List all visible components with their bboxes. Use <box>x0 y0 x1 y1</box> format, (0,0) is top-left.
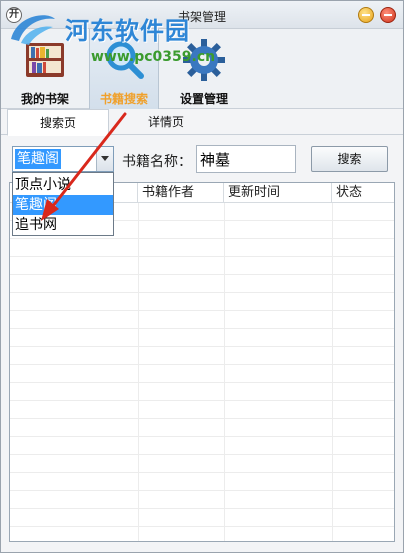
column-divider <box>138 203 139 541</box>
main-toolbar: 我的书架 书籍搜索 设置管理 <box>1 29 403 109</box>
source-select[interactable]: 笔趣阁 <box>12 146 114 172</box>
chevron-down-icon <box>101 156 109 161</box>
source-select-value: 笔趣阁 <box>15 149 61 169</box>
dropdown-button[interactable] <box>96 147 113 171</box>
minimize-button[interactable] <box>358 7 374 23</box>
tab-label: 书籍搜索 <box>99 92 148 106</box>
table-body <box>10 203 394 541</box>
title-bar: 开 书架管理 <box>1 1 403 29</box>
column-divider <box>332 203 333 541</box>
close-icon <box>384 14 392 16</box>
watermark-url: www.pc0359.cn <box>91 49 216 65</box>
dropdown-option[interactable]: 顶点小说 <box>13 175 113 195</box>
subtab-search-page[interactable]: 搜索页 <box>7 109 109 136</box>
search-button[interactable]: 搜索 <box>311 146 388 172</box>
watermark-logo <box>11 15 55 45</box>
window-title: 书架管理 <box>177 10 226 24</box>
watermark-site-name: 河东软件园 <box>65 17 190 45</box>
source-dropdown-list: 顶点小说 笔趣阁 追书网 <box>12 172 114 236</box>
column-header-author[interactable]: 书籍作者 <box>138 183 224 203</box>
minimize-icon <box>362 14 370 16</box>
book-name-input[interactable] <box>196 145 296 173</box>
column-divider <box>224 203 225 541</box>
results-table[interactable]: 书籍作者 更新时间 状态 <box>9 182 395 542</box>
subtab-detail-page[interactable]: 详情页 <box>115 109 217 135</box>
dropdown-option[interactable]: 追书网 <box>13 215 113 235</box>
sub-tab-bar: 搜索页 详情页 <box>1 109 403 136</box>
close-button[interactable] <box>380 7 396 23</box>
column-header-status[interactable]: 状态 <box>332 183 394 203</box>
app-window: 开 书架管理 我的书架 书籍搜索 设置管理 河东软件园 www.pc0359.c… <box>0 0 404 553</box>
column-header-update-time[interactable]: 更新时间 <box>224 183 332 203</box>
tab-label: 我的书架 <box>20 92 69 106</box>
dropdown-option-selected[interactable]: 笔趣阁 <box>13 195 113 215</box>
tab-label: 设置管理 <box>179 92 228 106</box>
book-name-label: 书籍名称： <box>122 154 192 170</box>
